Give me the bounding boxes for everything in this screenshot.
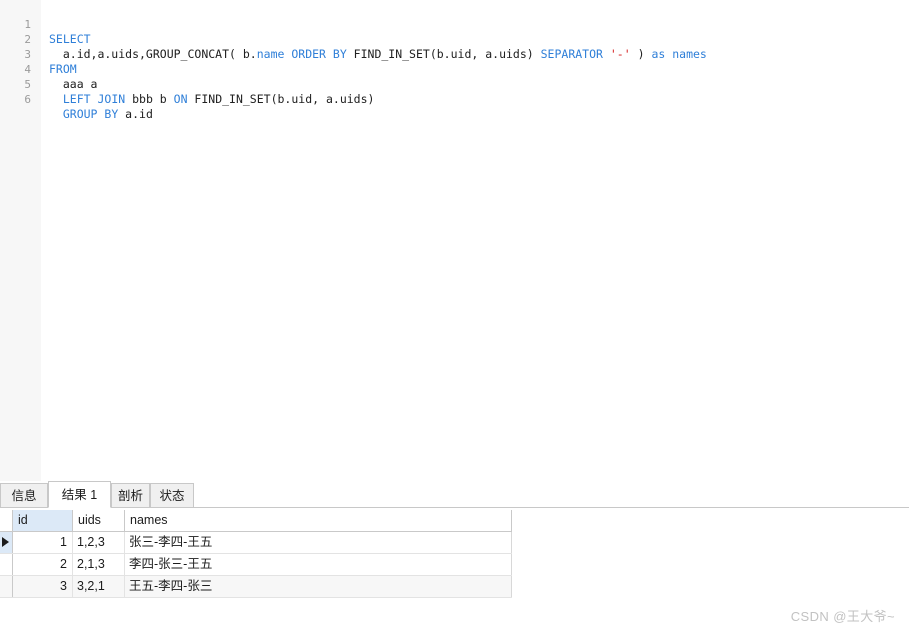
result-panel: 信息 结果 1 剖析 状态 id uids names 1 1,2,3 张三-李…	[0, 481, 909, 635]
tab-status[interactable]: 状态	[150, 483, 194, 507]
cell-names-2[interactable]: 李四-张三-王五	[125, 554, 512, 575]
code-line-5: 5 LEFT JOIN bbb b ON FIND_IN_SET(b.uid, …	[0, 62, 909, 106]
grid-header-id[interactable]: id	[13, 510, 73, 531]
tab-profile[interactable]: 剖析	[111, 483, 150, 507]
row-selector-3[interactable]	[0, 576, 13, 597]
cell-id-1[interactable]: 1	[13, 532, 73, 553]
row-selected-arrow-icon	[2, 537, 9, 547]
cell-uids-2[interactable]: 2,1,3	[73, 554, 125, 575]
sql-editor[interactable]: 1 SELECT 2 a.id,a.uids,GROUP_CONCAT( b.n…	[0, 0, 909, 481]
table-row[interactable]: 1 1,2,3 张三-李四-王五	[0, 532, 512, 554]
grid-header-uids[interactable]: uids	[73, 510, 125, 531]
grid-header-rownum	[0, 510, 13, 531]
result-tabstrip: 信息 结果 1 剖析 状态	[0, 481, 909, 508]
grid-header-names[interactable]: names	[125, 510, 512, 531]
sql-code-area[interactable]: 1 SELECT 2 a.id,a.uids,GROUP_CONCAT( b.n…	[0, 0, 909, 121]
table-row[interactable]: 2 2,1,3 李四-张三-王五	[0, 554, 512, 576]
table-row[interactable]: 3 3,2,1 王五-李四-张三	[0, 576, 512, 598]
row-selector-1[interactable]	[0, 532, 13, 553]
code-line-6: 6 GROUP BY a.id	[0, 77, 909, 121]
cell-id-2[interactable]: 2	[13, 554, 73, 575]
code-line-1: 1 SELECT	[0, 2, 909, 46]
code-line-3: 3 FROM	[0, 32, 909, 76]
cell-names-1[interactable]: 张三-李四-王五	[125, 532, 512, 553]
code-text-6: GROUP BY a.id	[62, 107, 153, 121]
line-number-6: 6	[24, 93, 31, 106]
code-line-4: 4 aaa a	[0, 47, 909, 91]
cell-names-3[interactable]: 王五-李四-张三	[125, 576, 512, 597]
row-selector-2[interactable]	[0, 554, 13, 575]
code-text-5: LEFT JOIN bbb b ON FIND_IN_SET(b.uid, a.…	[62, 92, 375, 106]
code-line-2: 2 a.id,a.uids,GROUP_CONCAT( b.name ORDER…	[0, 17, 909, 61]
cell-uids-3[interactable]: 3,2,1	[73, 576, 125, 597]
grid-header-row: id uids names	[0, 510, 512, 532]
result-grid[interactable]: id uids names 1 1,2,3 张三-李四-王五 2 2,1,3 李…	[0, 510, 512, 598]
tab-result-1[interactable]: 结果 1	[48, 481, 111, 508]
watermark: CSDN @王大爷~	[790, 609, 895, 624]
tab-info[interactable]: 信息	[0, 483, 48, 507]
cell-uids-1[interactable]: 1,2,3	[73, 532, 125, 553]
cell-id-3[interactable]: 3	[13, 576, 73, 597]
